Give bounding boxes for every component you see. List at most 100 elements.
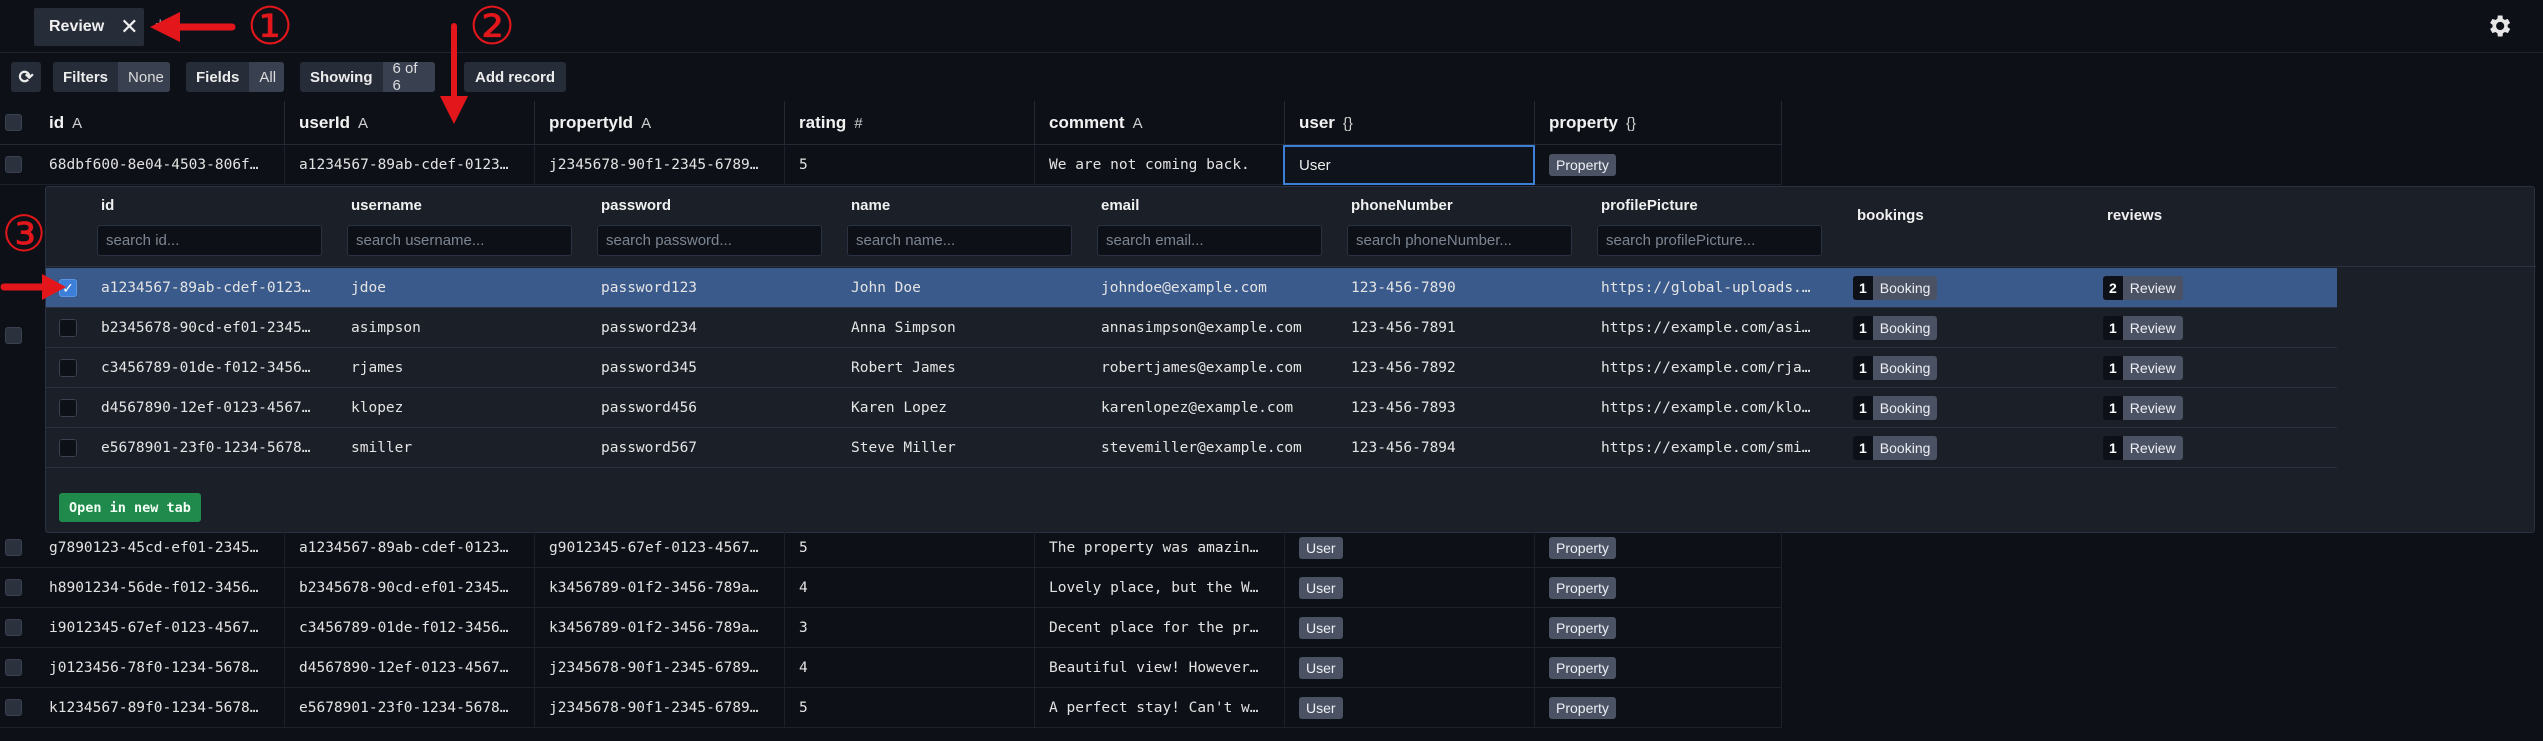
select-all-checkbox[interactable]: [5, 114, 22, 131]
panel-row[interactable]: b2345678-90cd-ef01-2345… asimpson passwo…: [46, 308, 2337, 348]
row-checkbox[interactable]: [5, 579, 22, 596]
user-relation-pill[interactable]: User: [1299, 697, 1343, 719]
bookings-count-pill[interactable]: 1 Booking: [1853, 316, 1938, 340]
cell-comment[interactable]: Decent place for the pr…: [1035, 608, 1285, 648]
column-header-user[interactable]: user{}: [1285, 101, 1535, 145]
search-name-input[interactable]: [847, 225, 1072, 256]
cell-propertyId[interactable]: j2345678-90f1-2345-6789…: [535, 688, 785, 728]
refresh-button[interactable]: ⟳: [11, 62, 41, 92]
reviews-count-pill[interactable]: 1 Review: [2103, 396, 2183, 420]
property-relation-pill[interactable]: Property: [1549, 697, 1616, 719]
reviews-count-pill[interactable]: 2 Review: [2103, 276, 2183, 300]
user-relation-pill[interactable]: User: [1299, 577, 1343, 599]
search-email-input[interactable]: [1097, 225, 1322, 256]
cell-comment[interactable]: The property was amazin…: [1035, 528, 1285, 568]
row-checkbox[interactable]: [5, 539, 22, 556]
user-relation-pill[interactable]: User: [1299, 657, 1343, 679]
cell-user[interactable]: User: [1285, 528, 1535, 568]
cell-comment[interactable]: A perfect stay! Can't w…: [1035, 688, 1285, 728]
search-phoneNumber-input[interactable]: [1347, 225, 1572, 256]
user-relation-pill[interactable]: User: [1299, 617, 1343, 639]
bookings-count-pill[interactable]: 1 Booking: [1853, 396, 1938, 420]
cell-id[interactable]: 68dbf600-8e04-4503-806f…: [35, 145, 285, 185]
cell-comment[interactable]: Beautiful view! However…: [1035, 648, 1285, 688]
cell-id[interactable]: g7890123-45cd-ef01-2345…: [35, 528, 285, 568]
cell-property[interactable]: Property: [1535, 145, 1782, 185]
panel-row-checkbox[interactable]: [59, 359, 77, 377]
user-relation-pill[interactable]: User: [1299, 537, 1343, 559]
bookings-count-pill[interactable]: 1 Booking: [1853, 356, 1938, 380]
cell-id[interactable]: i9012345-67ef-0123-4567…: [35, 608, 285, 648]
gear-icon[interactable]: [2485, 12, 2513, 40]
cell-userId[interactable]: a1234567-89ab-cdef-0123…: [285, 528, 535, 568]
filters-button[interactable]: Filters None: [53, 62, 170, 92]
cell-propertyId[interactable]: k3456789-01f2-3456-789a…: [535, 608, 785, 648]
cell-comment[interactable]: Lovely place, but the W…: [1035, 568, 1285, 608]
cell-user[interactable]: User: [1285, 688, 1535, 728]
column-header-id[interactable]: id A: [35, 101, 285, 145]
row-checkbox[interactable]: [5, 619, 22, 636]
table-row[interactable]: i9012345-67ef-0123-4567… c3456789-01de-f…: [0, 608, 1782, 648]
table-row[interactable]: g7890123-45cd-ef01-2345… a1234567-89ab-c…: [0, 528, 1782, 568]
cell-propertyId[interactable]: j2345678-90f1-2345-6789…: [535, 145, 785, 185]
column-header-property[interactable]: property{}: [1535, 101, 1782, 145]
cell-userId[interactable]: c3456789-01de-f012-3456…: [285, 608, 535, 648]
row-checkbox[interactable]: [5, 327, 22, 344]
row-checkbox[interactable]: [5, 699, 22, 716]
cell-user[interactable]: User: [1285, 568, 1535, 608]
check-icon[interactable]: ✓: [59, 279, 77, 297]
panel-row-checkbox[interactable]: [59, 399, 77, 417]
panel-row[interactable]: d4567890-12ef-0123-4567… klopez password…: [46, 388, 2337, 428]
cell-userId[interactable]: d4567890-12ef-0123-4567…: [285, 648, 535, 688]
cell-rating[interactable]: 5: [785, 145, 1035, 185]
table-row[interactable]: k1234567-89f0-1234-5678… e5678901-23f0-1…: [0, 688, 1782, 728]
cell-property[interactable]: Property: [1535, 568, 1782, 608]
cell-id[interactable]: k1234567-89f0-1234-5678…: [35, 688, 285, 728]
close-icon[interactable]: ✕: [120, 16, 138, 38]
cell-userId[interactable]: a1234567-89ab-cdef-0123…: [285, 145, 535, 185]
reviews-count-pill[interactable]: 1 Review: [2103, 436, 2183, 460]
panel-row-checkbox[interactable]: [59, 439, 77, 457]
table-row[interactable]: h8901234-56de-f012-3456… b2345678-90cd-e…: [0, 568, 1782, 608]
property-relation-pill[interactable]: Property: [1549, 657, 1616, 679]
row-checkbox[interactable]: [5, 156, 22, 173]
row-checkbox[interactable]: [5, 659, 22, 676]
search-id-input[interactable]: [97, 225, 322, 256]
cell-propertyId[interactable]: j2345678-90f1-2345-6789…: [535, 648, 785, 688]
table-row[interactable]: 68dbf600-8e04-4503-806f… a1234567-89ab-c…: [0, 145, 1782, 185]
tab-review[interactable]: Review ✕: [34, 8, 144, 46]
property-relation-pill[interactable]: Property: [1549, 617, 1616, 639]
cell-rating[interactable]: 5: [785, 688, 1035, 728]
cell-user-active[interactable]: User: [1283, 145, 1535, 185]
search-username-input[interactable]: [347, 225, 572, 256]
bookings-count-pill[interactable]: 1 Booking: [1853, 436, 1938, 460]
property-relation-pill[interactable]: Property: [1549, 154, 1616, 176]
panel-row[interactable]: e5678901-23f0-1234-5678… smiller passwor…: [46, 428, 2337, 468]
search-profilePicture-input[interactable]: [1597, 225, 1822, 256]
cell-rating[interactable]: 5: [785, 528, 1035, 568]
cell-property[interactable]: Property: [1535, 648, 1782, 688]
column-header-propertyId[interactable]: propertyId A: [535, 101, 785, 145]
cell-property[interactable]: Property: [1535, 528, 1782, 568]
open-in-new-tab-button[interactable]: Open in new tab: [59, 493, 201, 522]
panel-row-selected[interactable]: ✓ a1234567-89ab-cdef-0123… jdoe password…: [46, 268, 2337, 308]
cell-userId[interactable]: e5678901-23f0-1234-5678…: [285, 688, 535, 728]
reviews-count-pill[interactable]: 1 Review: [2103, 316, 2183, 340]
cell-id[interactable]: j0123456-78f0-1234-5678…: [35, 648, 285, 688]
bookings-count-pill[interactable]: 1 Booking: [1853, 276, 1938, 300]
column-header-rating[interactable]: rating #: [785, 101, 1035, 145]
fields-button[interactable]: Fields All: [186, 62, 284, 92]
cell-propertyId[interactable]: k3456789-01f2-3456-789a…: [535, 568, 785, 608]
table-row[interactable]: j0123456-78f0-1234-5678… d4567890-12ef-0…: [0, 648, 1782, 688]
property-relation-pill[interactable]: Property: [1549, 537, 1616, 559]
add-record-button[interactable]: Add record: [464, 62, 566, 92]
panel-row-checkbox[interactable]: [59, 319, 77, 337]
column-header-comment[interactable]: comment A: [1035, 101, 1285, 145]
cell-property[interactable]: Property: [1535, 688, 1782, 728]
cell-user[interactable]: User: [1285, 648, 1535, 688]
panel-row[interactable]: c3456789-01de-f012-3456… rjames password…: [46, 348, 2337, 388]
cell-userId[interactable]: b2345678-90cd-ef01-2345…: [285, 568, 535, 608]
cell-user[interactable]: User: [1285, 608, 1535, 648]
cell-rating[interactable]: 3: [785, 608, 1035, 648]
cell-comment[interactable]: We are not coming back.: [1035, 145, 1285, 185]
